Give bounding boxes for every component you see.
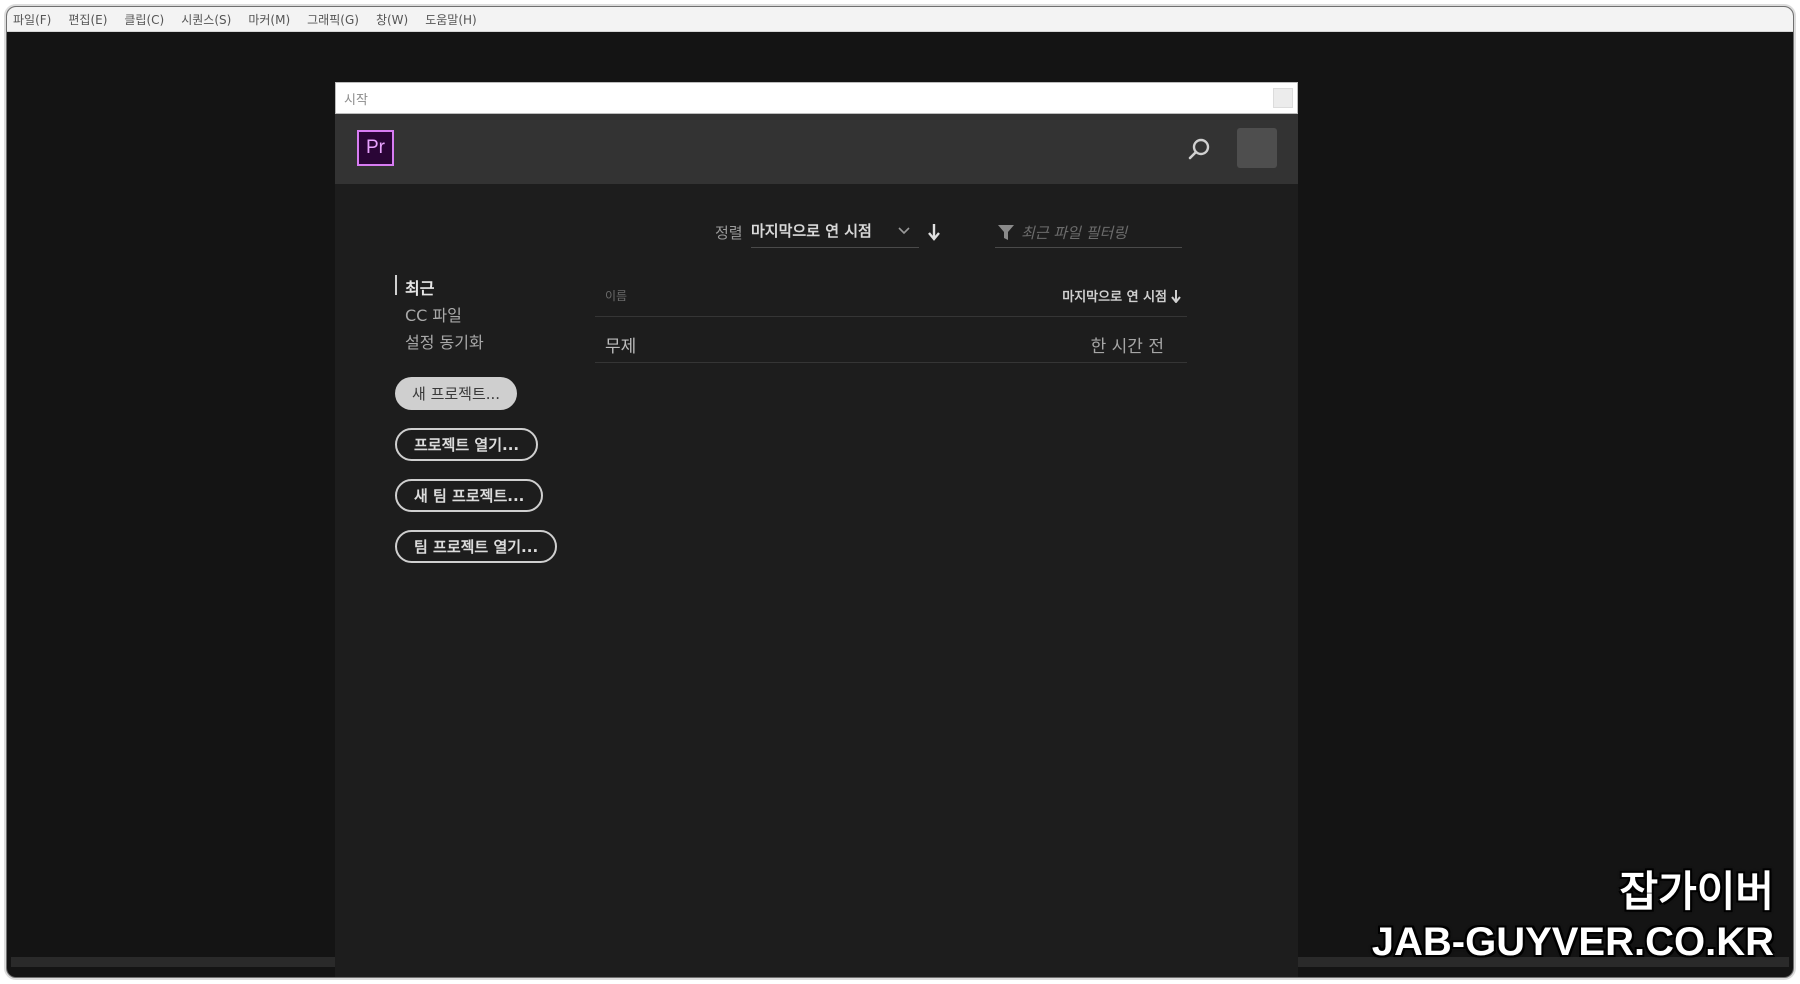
dialog-title: 시작	[344, 92, 368, 108]
nav-active-indicator	[395, 275, 397, 295]
nav-item-sync-settings[interactable]: 설정 동기화	[405, 329, 484, 353]
sort-dropdown[interactable]: 마지막으로 연 시점	[751, 214, 919, 248]
arrow-down-icon[interactable]	[927, 223, 941, 245]
sort-label: 정렬	[715, 224, 743, 242]
menu-clip[interactable]: 클립(C)	[124, 11, 164, 28]
menu-bar: 파일(F) 편집(E) 클립(C) 시퀀스(S) 마커(M) 그래픽(G) 창(…	[7, 7, 1793, 32]
menu-sequence[interactable]: 시퀀스(S)	[181, 11, 231, 28]
arrow-down-icon	[1171, 289, 1181, 303]
nav-item-cc-files[interactable]: CC 파일	[405, 302, 462, 326]
dialog-header: Pr	[335, 114, 1298, 184]
table-row-name[interactable]: 무제	[605, 332, 636, 357]
avatar[interactable]	[1237, 128, 1277, 168]
close-button[interactable]	[1273, 88, 1293, 108]
menu-marker[interactable]: 마커(M)	[248, 11, 290, 28]
filter-field[interactable]: 최근 파일 필터링	[995, 214, 1182, 248]
table-row-date: 한 시간 전	[1090, 337, 1164, 357]
new-team-project-button[interactable]: 새 팀 프로젝트...	[395, 479, 544, 512]
menu-graphics[interactable]: 그래픽(G)	[307, 11, 359, 28]
open-project-button[interactable]: 프로젝트 열기...	[395, 428, 539, 461]
app-window: 파일(F) 편집(E) 클립(C) 시퀀스(S) 마커(M) 그래픽(G) 창(…	[6, 6, 1794, 978]
filter-icon	[997, 224, 1015, 246]
workspace: 시작 Pr 정렬 마지막으로 연 시점 최근 파일 필터링 최근 CC 파일 설…	[11, 33, 1789, 977]
chevron-down-icon	[897, 223, 911, 242]
column-header-date-label: 마지막으로 연 시점	[1062, 290, 1167, 305]
column-header-name[interactable]: 이름	[605, 287, 627, 304]
premiere-logo: Pr	[357, 130, 394, 166]
watermark-title: 잡가이버	[1619, 867, 1774, 916]
table-divider	[595, 362, 1187, 363]
nav-item-recent[interactable]: 최근	[405, 275, 434, 299]
watermark-url: JAB-GUYVER.CO.KR	[1371, 920, 1774, 964]
start-dialog: 시작 Pr 정렬 마지막으로 연 시점 최근 파일 필터링 최근 CC 파일 설…	[335, 82, 1298, 977]
menu-file[interactable]: 파일(F)	[13, 11, 51, 28]
search-icon[interactable]	[1187, 136, 1213, 162]
filter-placeholder: 최근 파일 필터링	[1021, 224, 1128, 242]
new-project-button[interactable]: 새 프로젝트...	[395, 377, 518, 410]
menu-edit[interactable]: 편집(E)	[68, 11, 107, 28]
dialog-titlebar: 시작	[335, 82, 1298, 114]
menu-window[interactable]: 창(W)	[376, 11, 408, 28]
open-team-project-button[interactable]: 팀 프로젝트 열기...	[395, 530, 558, 563]
sort-value: 마지막으로 연 시점	[751, 222, 872, 240]
column-header-date[interactable]: 마지막으로 연 시점	[1062, 286, 1182, 305]
table-divider	[595, 316, 1187, 317]
menu-help[interactable]: 도움말(H)	[425, 11, 477, 28]
